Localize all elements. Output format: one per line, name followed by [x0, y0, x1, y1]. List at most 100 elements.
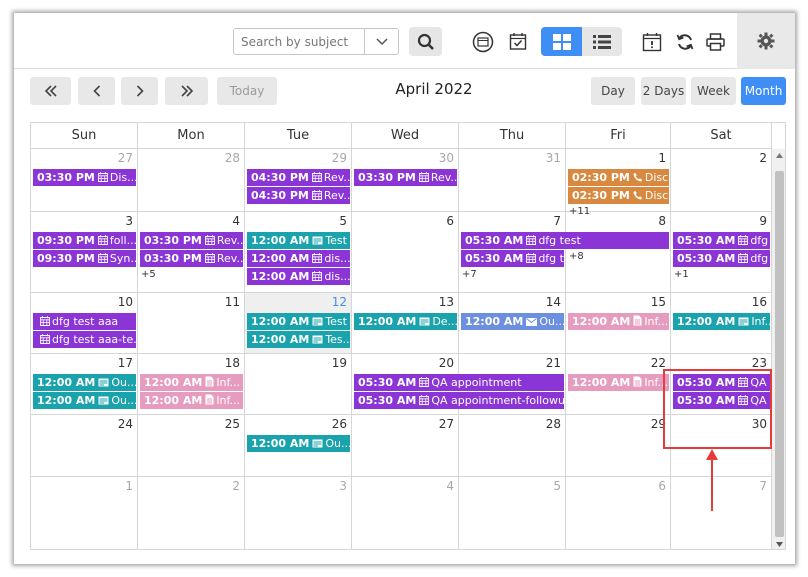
view-month-button[interactable]: Month [741, 77, 786, 105]
refresh-button[interactable] [673, 27, 697, 56]
day-cell[interactable]: 27 [352, 415, 459, 477]
day-number[interactable]: 4 [232, 214, 240, 228]
day-number[interactable]: 15 [651, 295, 666, 309]
day-number[interactable]: 28 [225, 151, 240, 165]
day-cell[interactable]: 28 [459, 415, 566, 477]
task-calendar-button[interactable] [506, 27, 530, 56]
calendar-event[interactable]: 12:00 AM dis... [247, 250, 350, 267]
calendar-event[interactable]: 12:00 AM Ou... [461, 313, 564, 330]
calendar-event[interactable]: 12:00 AM De... [354, 313, 457, 330]
calendar-event[interactable]: 03:30 PM Rev... [140, 232, 243, 249]
day-cell[interactable]: 4 [352, 477, 459, 549]
search-input[interactable] [234, 29, 364, 54]
calendar-event[interactable]: 03:30 PM Dis... [33, 169, 136, 186]
more-events-link[interactable]: +7 [462, 269, 477, 280]
calendar-event[interactable]: 02:30 PM Disc... [568, 187, 669, 204]
settings-button[interactable] [737, 13, 795, 69]
day-number[interactable]: 5 [339, 214, 347, 228]
calendar-event[interactable]: 02:30 PM Disc... [568, 169, 669, 186]
day-cell[interactable]: 3 [245, 477, 352, 549]
calendar-alert-button[interactable] [640, 27, 664, 56]
day-number[interactable]: 8 [658, 214, 666, 228]
day-cell[interactable]: 7 [671, 477, 772, 549]
calendar-event[interactable]: 12:00 AMInf... [673, 313, 770, 330]
calendar-event[interactable]: 09:30 PM foll... [33, 232, 136, 249]
day-cell[interactable]: 6 [352, 212, 459, 293]
calendar-event[interactable]: 03:30 PM Rev... [354, 169, 457, 186]
more-events-link[interactable]: +11 [569, 206, 590, 217]
day-number[interactable]: 4 [446, 479, 454, 493]
day-number[interactable]: 29 [332, 151, 347, 165]
day-number[interactable]: 17 [118, 356, 133, 370]
day-number[interactable]: 6 [446, 214, 454, 228]
prev-year-button[interactable] [30, 77, 71, 105]
day-number[interactable]: 16 [752, 295, 767, 309]
calendar-event[interactable]: 12:00 AM Test [247, 232, 350, 249]
day-number[interactable]: 2 [759, 151, 767, 165]
grid-view-button[interactable] [541, 27, 582, 56]
calendar-event[interactable]: dfg test aaa-te... [33, 331, 136, 348]
next-month-button[interactable] [121, 77, 158, 105]
day-number[interactable]: 23 [752, 356, 767, 370]
calendar-event[interactable]: 03:30 PM Rev... [140, 250, 243, 267]
day-number[interactable]: 26 [332, 417, 347, 431]
calendar-event[interactable]: 12:00 AM Ou... [33, 374, 136, 391]
day-number[interactable]: 19 [332, 356, 347, 370]
day-number[interactable]: 12 [332, 295, 347, 309]
list-view-button[interactable] [582, 27, 622, 56]
calendar-event[interactable]: 05:30 AM dfg ... [673, 250, 770, 267]
view-week-button[interactable]: Week [691, 77, 736, 105]
print-button[interactable] [703, 27, 727, 56]
day-number[interactable]: 18 [225, 356, 240, 370]
calendar-event[interactable]: 05:30 AM dfg test [461, 232, 669, 249]
calendar-event[interactable]: 12:00 AMInf... [568, 374, 669, 391]
day-number[interactable]: 25 [225, 417, 240, 431]
calendar-event[interactable]: 12:00 AM Test [247, 313, 350, 330]
day-number[interactable]: 11 [225, 295, 240, 309]
today-button[interactable]: Today [217, 77, 277, 105]
day-number[interactable]: 3 [339, 479, 347, 493]
scroll-thumb[interactable] [775, 171, 784, 537]
day-cell[interactable]: 28 [138, 149, 245, 212]
day-number[interactable]: 22 [651, 356, 666, 370]
day-number[interactable]: 27 [439, 417, 454, 431]
calendar-event[interactable]: 09:30 PM Syn... [33, 250, 136, 267]
day-cell[interactable]: 31 [459, 149, 566, 212]
day-number[interactable]: 7 [759, 479, 767, 493]
calendar-event[interactable]: 12:00 AMInf... [140, 374, 243, 391]
day-cell[interactable]: 29 [566, 415, 671, 477]
more-events-link[interactable]: +1 [674, 269, 689, 280]
search-button[interactable] [409, 27, 442, 56]
calendar-event[interactable]: 05:30 AM dfg test .. [461, 250, 564, 267]
search-dropdown-button[interactable] [364, 29, 398, 54]
calendar-event[interactable]: 12:00 AM Tes... [247, 331, 350, 348]
more-events-link[interactable]: +5 [141, 269, 156, 280]
day-number[interactable]: 9 [759, 214, 767, 228]
day-cell[interactable]: 2 [671, 149, 772, 212]
day-number[interactable]: 13 [439, 295, 454, 309]
scrollbar[interactable] [772, 149, 785, 549]
day-number[interactable]: 31 [546, 151, 561, 165]
prev-month-button[interactable] [78, 77, 115, 105]
day-number[interactable]: 30 [439, 151, 454, 165]
day-number[interactable]: 28 [546, 417, 561, 431]
calendar-event[interactable]: 12:00 AM dis... [247, 268, 350, 285]
more-events-link[interactable]: +8 [569, 251, 584, 262]
day-number[interactable]: 5 [553, 479, 561, 493]
calendar-event[interactable]: 05:30 AM dfg ... [673, 232, 770, 249]
next-year-button[interactable] [165, 77, 208, 105]
day-number[interactable]: 1 [658, 151, 666, 165]
day-number[interactable]: 10 [118, 295, 133, 309]
calendar-event[interactable]: 12:00 AMInf... [568, 313, 669, 330]
day-cell[interactable]: 2 [138, 477, 245, 549]
day-cell[interactable]: 24 [31, 415, 138, 477]
day-number[interactable]: 1 [125, 479, 133, 493]
day-number[interactable]: 3 [125, 214, 133, 228]
calendar-event[interactable]: 04:30 PM Rev... [247, 187, 350, 204]
day-number[interactable]: 27 [118, 151, 133, 165]
calendar-event[interactable]: 04:30 PM Rev... [247, 169, 350, 186]
calendar-event[interactable]: 05:30 AM QA appointment [354, 374, 564, 391]
calendar-event[interactable]: dfg test aaa [33, 313, 136, 330]
day-cell[interactable]: 5 [459, 477, 566, 549]
calendar-event[interactable]: 05:30 AM QA appointment-followup [354, 392, 564, 409]
